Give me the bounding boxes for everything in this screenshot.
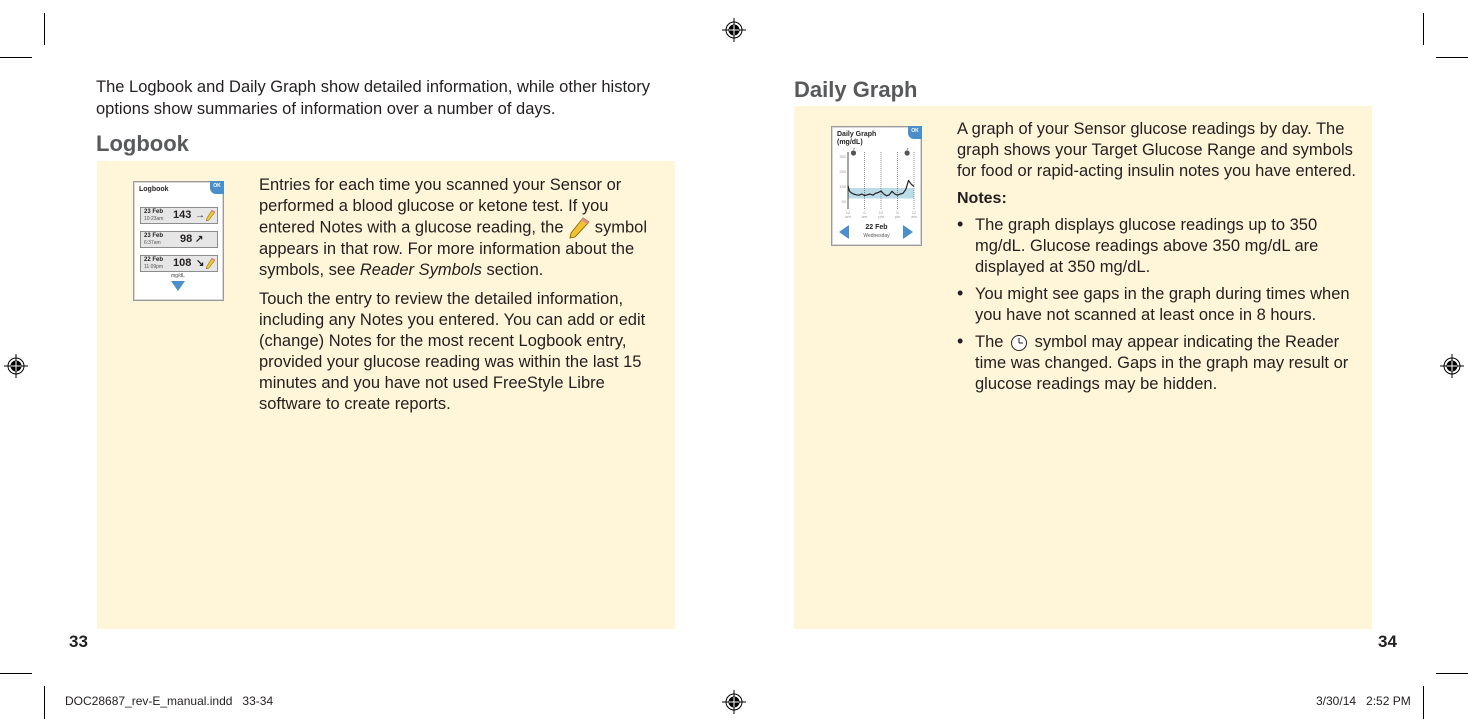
entry-time: 10:23am bbox=[144, 216, 164, 222]
notes-list: The graph displays glucose readings up t… bbox=[957, 214, 1357, 395]
entry-date: 22 Feb bbox=[144, 257, 164, 263]
daily-graph-heading: Daily Graph bbox=[794, 77, 918, 102]
note-text: symbol may appear indicating the Reader … bbox=[975, 333, 1349, 393]
paragraph-1-text: Entries for each time you scanned your S… bbox=[259, 176, 622, 237]
trend-arrow-icon: → bbox=[195, 210, 205, 221]
logbook-entry[interactable]: 22 Feb 11:09pm 108 ↘ bbox=[140, 255, 218, 272]
file-name-slug: DOC28687_rev-E_manual.indd 33-34 bbox=[65, 694, 274, 708]
pencil-icon bbox=[569, 217, 590, 239]
x-tick-label: am bbox=[845, 214, 851, 219]
pencil-icon bbox=[206, 258, 215, 269]
note-item: The graph displays glucose readings up t… bbox=[957, 214, 1357, 278]
graph-date: 22 Feb bbox=[865, 224, 888, 231]
crop-mark bbox=[0, 57, 32, 58]
registration-mark-icon bbox=[722, 690, 746, 714]
registration-mark-icon bbox=[722, 18, 746, 42]
x-tick-label: am bbox=[862, 214, 868, 219]
crop-mark bbox=[0, 673, 32, 674]
registration-mark-icon bbox=[1440, 354, 1464, 378]
registration-mark-icon bbox=[4, 354, 28, 378]
trend-arrow-icon: ↗ bbox=[195, 234, 204, 245]
logbook-entry[interactable]: 23 Feb 6:37am 98 ↗ bbox=[140, 231, 218, 248]
y-tick-label: 50 bbox=[842, 199, 847, 204]
logbook-screen: OK Logbook 23 Feb 10:23am 143 → 23 Feb 6… bbox=[133, 181, 224, 301]
x-tick-label: pm bbox=[895, 214, 901, 219]
crop-mark bbox=[1423, 686, 1424, 719]
note-item: The symbol may appear indicating the Rea… bbox=[957, 331, 1357, 395]
daily-graph-paragraph: A graph of your Sensor glucose readings … bbox=[957, 120, 1356, 180]
y-tick-label: 250 bbox=[839, 169, 846, 174]
ok-button[interactable]: OK bbox=[210, 181, 224, 194]
y-tick-label: 150 bbox=[839, 184, 846, 189]
logbook-description: Entries for each time you scanned your S… bbox=[259, 175, 664, 423]
scroll-down-icon[interactable] bbox=[171, 281, 185, 291]
paragraph-1-text: section. bbox=[486, 261, 544, 279]
logbook-heading: Logbook bbox=[96, 131, 189, 156]
note-item: You might see gaps in the graph during t… bbox=[957, 283, 1357, 326]
entry-value: 98 bbox=[180, 233, 193, 245]
crop-mark bbox=[44, 13, 45, 45]
entry-date: 23 Feb bbox=[144, 209, 164, 215]
entry-date: 23 Feb bbox=[144, 233, 164, 239]
crop-mark bbox=[1436, 57, 1468, 58]
crop-mark bbox=[44, 686, 45, 719]
crop-mark bbox=[1423, 13, 1424, 45]
clock-icon bbox=[1011, 334, 1028, 351]
food-note-icon-stem bbox=[853, 147, 855, 150]
daily-graph-description: A graph of your Sensor glucose readings … bbox=[957, 119, 1357, 401]
notes-title: Notes: bbox=[957, 190, 1007, 207]
logbook-screen-title: Logbook bbox=[139, 186, 169, 193]
note-text: The bbox=[975, 333, 1004, 351]
page-number-left: 33 bbox=[69, 632, 88, 651]
crop-mark bbox=[1436, 673, 1468, 674]
food-note-icon bbox=[904, 150, 910, 156]
entry-value: 108 bbox=[173, 257, 192, 269]
daily-graph-screen: OK Daily Graph (mg/dL) 350 250 150 50 12 am 6 a… bbox=[831, 126, 922, 246]
timestamp-slug: 3/30/14 2:52 PM bbox=[1316, 694, 1411, 708]
logbook-entry[interactable]: 23 Feb 10:23am 143 → bbox=[140, 207, 218, 224]
entry-time: 11:09pm bbox=[144, 264, 164, 270]
reader-symbols-reference: Reader Symbols bbox=[359, 261, 482, 279]
food-note-icon-stem bbox=[906, 147, 909, 150]
paragraph-1: Entries for each time you scanned your S… bbox=[259, 175, 664, 281]
paragraph-2: Touch the entry to review the detailed i… bbox=[259, 290, 646, 413]
x-tick-label: pm bbox=[878, 214, 884, 219]
y-tick-label: 350 bbox=[839, 154, 846, 159]
unit-label: mg/dL bbox=[171, 273, 185, 279]
entry-time: 6:37am bbox=[144, 240, 161, 246]
graph-day: Wednesday bbox=[863, 233, 890, 239]
food-note-icon bbox=[850, 150, 857, 156]
x-tick-label: am bbox=[911, 214, 917, 219]
page-number-right: 34 bbox=[1378, 632, 1397, 651]
intro-paragraph: The Logbook and Daily Graph show detaile… bbox=[96, 78, 650, 118]
pencil-icon bbox=[206, 210, 215, 221]
entry-value: 143 bbox=[173, 209, 192, 221]
trend-arrow-icon: ↘ bbox=[196, 258, 205, 269]
